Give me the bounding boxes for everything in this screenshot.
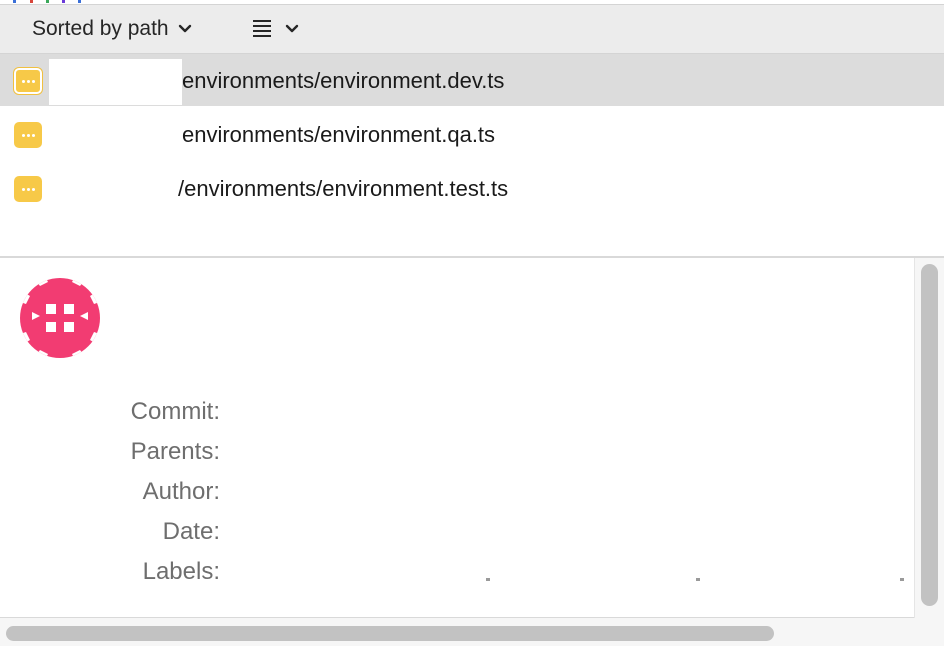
commit-details-pane: Commit: Parents: Author: Date: Labels: (0, 258, 914, 618)
file-path: environments/environment.dev.ts (182, 68, 505, 93)
chevron-down-icon (285, 24, 299, 33)
details-vertical-scroll-thumb[interactable] (921, 264, 938, 606)
changed-files-list: environments/environment.dev.ts environm… (0, 54, 944, 256)
file-row[interactable]: environments/environment.qa.ts (0, 108, 944, 160)
parents-label: Parents: (130, 438, 220, 465)
details-horizontal-scroll-thumb[interactable] (6, 626, 774, 641)
labels-label: Labels: (142, 558, 220, 585)
file-list-toolbar: Sorted by path (0, 4, 944, 54)
sort-by-dropdown[interactable]: Sorted by path (22, 14, 203, 44)
file-path: /environments/environment.test.ts (178, 176, 509, 201)
clipped-text-fragments (480, 578, 920, 584)
identicon-avatar (20, 278, 100, 358)
sort-label: Sorted by path (32, 17, 169, 40)
modified-badge-icon (14, 176, 42, 202)
file-path: environments/environment.qa.ts (182, 122, 496, 147)
commit-label: Commit: (130, 398, 220, 425)
modified-badge-icon (14, 122, 42, 148)
list-icon (253, 20, 271, 37)
file-row[interactable]: environments/environment.dev.ts (0, 54, 944, 106)
modified-badge-icon (14, 68, 42, 94)
chevron-down-icon (178, 24, 191, 33)
view-mode-dropdown[interactable] (244, 14, 308, 44)
file-row[interactable]: /environments/environment.test.ts (0, 162, 944, 214)
date-label: Date: (162, 518, 220, 545)
path-prefix-redaction (49, 59, 182, 105)
author-label: Author: (142, 478, 220, 505)
